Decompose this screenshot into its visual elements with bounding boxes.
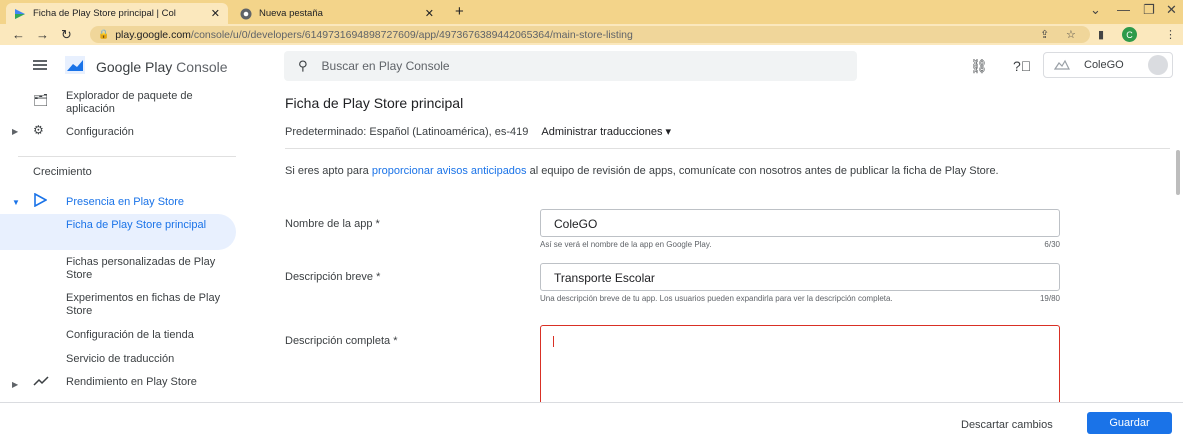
- tab-new-tab[interactable]: Nueva pestaña ✕: [232, 3, 442, 24]
- sidebar-item-configuracion[interactable]: Configuración: [66, 126, 134, 138]
- section-divider: [285, 148, 1170, 149]
- short-description-counter: 19/80: [1039, 294, 1060, 303]
- tab-search-icon[interactable]: ⌄: [1090, 2, 1101, 18]
- sidebar-item-custom-listings[interactable]: Fichas personalizadas de Play Store: [66, 256, 226, 282]
- menu-icon[interactable]: [33, 58, 47, 72]
- account-name: ColeGO: [1084, 59, 1124, 71]
- browser-tab-strip: Ficha de Play Store principal | Col ✕ Nu…: [0, 0, 1183, 24]
- lock-icon: 🔒: [98, 29, 110, 39]
- close-tab-icon[interactable]: ✕: [425, 7, 434, 20]
- sidebar-section-growth: Crecimiento: [33, 166, 92, 178]
- sidebar-item-presence[interactable]: Presencia en Play Store: [66, 196, 184, 208]
- short-description-input[interactable]: Transporte Escolar: [540, 263, 1060, 291]
- tab-play-console[interactable]: Ficha de Play Store principal | Col ✕: [6, 3, 228, 24]
- account-chip[interactable]: ColeGO: [1043, 52, 1173, 78]
- sidebar-item-performance[interactable]: Rendimiento en Play Store: [66, 376, 197, 388]
- expand-arrow-icon[interactable]: ▶: [12, 380, 18, 389]
- collapse-arrow-icon[interactable]: ▼: [12, 198, 20, 207]
- avatar[interactable]: [1148, 55, 1168, 75]
- search-placeholder: Buscar en Play Console: [321, 59, 450, 73]
- default-language: Predeterminado: Español (Latinoamérica),…: [285, 126, 529, 138]
- package-explorer-icon: 🗂: [33, 93, 49, 107]
- bookmark-star-icon[interactable]: ☆: [1066, 28, 1076, 41]
- minimize-icon[interactable]: —: [1117, 2, 1130, 17]
- full-description-textarea[interactable]: [540, 325, 1060, 403]
- sidebar-item-listing-experiments[interactable]: Experimentos en fichas de Play Store: [66, 292, 236, 318]
- browser-profile-avatar[interactable]: C: [1122, 27, 1137, 42]
- close-window-icon[interactable]: ✕: [1166, 2, 1177, 18]
- link-icon[interactable]: ⛓: [970, 58, 988, 75]
- play-store-presence-icon: [34, 193, 47, 207]
- developer-account-icon: [1054, 59, 1070, 70]
- full-description-label: Descripción completa *: [285, 335, 398, 347]
- language-row: Predeterminado: Español (Latinoamérica),…: [285, 125, 671, 138]
- short-description-label: Descripción breve *: [285, 271, 381, 283]
- tab-title: Nueva pestaña: [259, 8, 323, 19]
- save-button[interactable]: Guardar: [1087, 412, 1172, 434]
- back-icon[interactable]: ←: [12, 27, 25, 42]
- restore-icon[interactable]: ❐: [1143, 2, 1155, 18]
- search-input[interactable]: ⚲ Buscar en Play Console: [284, 51, 857, 81]
- chrome-menu-icon[interactable]: ⋮: [1165, 28, 1176, 41]
- play-console-logo-icon: [65, 56, 85, 74]
- new-tab-button[interactable]: +: [455, 3, 464, 20]
- close-tab-icon[interactable]: ✕: [211, 7, 220, 20]
- sidebar-item-store-settings[interactable]: Configuración de la tienda: [66, 329, 194, 341]
- discard-changes-button[interactable]: Descartar cambios: [961, 419, 1053, 431]
- sidebar-item-main-listing[interactable]: Ficha de Play Store principal: [66, 219, 216, 232]
- address-bar[interactable]: 🔒 play.google.com/console/u/0/developers…: [90, 26, 1090, 43]
- app-name-input[interactable]: ColeGO: [540, 209, 1060, 237]
- forward-icon[interactable]: →: [36, 27, 49, 42]
- gear-icon: ⚙: [33, 123, 44, 137]
- reload-icon[interactable]: ↻: [61, 27, 72, 43]
- expand-arrow-icon[interactable]: ▶: [12, 127, 18, 136]
- manage-translations-button[interactable]: Administrar traducciones ▾: [541, 126, 671, 138]
- tab-title: Ficha de Play Store principal | Col: [33, 8, 176, 19]
- app-brand[interactable]: Google Play Console: [96, 59, 228, 75]
- app-name-helper: Así se verá el nombre de la app en Googl…: [540, 240, 712, 249]
- sidebar-divider: [18, 156, 236, 157]
- scrollbar[interactable]: [1176, 150, 1180, 195]
- sidebar-item-explorer[interactable]: Explorador de paquete de aplicación: [66, 90, 226, 116]
- page-title: Ficha de Play Store principal: [285, 95, 464, 111]
- app-name-counter: 6/30: [1044, 240, 1060, 249]
- advance-notice-link[interactable]: proporcionar avisos anticipados: [372, 165, 527, 177]
- play-console-favicon-icon: [14, 8, 26, 20]
- search-icon: ⚲: [298, 58, 308, 73]
- browser-toolbar: ← → ↻ 🔒 play.google.com/console/u/0/deve…: [0, 24, 1183, 45]
- side-panel-icon[interactable]: ▮: [1098, 28, 1104, 41]
- url-host: play.google.com: [115, 28, 191, 41]
- footer-action-bar: Descartar cambios: [0, 402, 1183, 432]
- url-path: /console/u/0/developers/6149731694898727…: [190, 28, 633, 41]
- short-description-helper: Una descripción breve de tu app. Los usu…: [540, 294, 893, 303]
- advance-notice-text: Si eres apto para proporcionar avisos an…: [285, 165, 999, 177]
- dropdown-arrow-icon: ▾: [665, 126, 672, 138]
- chrome-favicon-icon: [240, 8, 252, 20]
- sidebar-item-translation-service[interactable]: Servicio de traducción: [66, 353, 174, 365]
- share-icon[interactable]: ⇪: [1040, 28, 1049, 41]
- help-icon[interactable]: ?⃝: [1013, 58, 1031, 74]
- text-caret: [553, 336, 554, 347]
- performance-trend-icon: [33, 376, 49, 386]
- app-name-label: Nombre de la app *: [285, 218, 380, 230]
